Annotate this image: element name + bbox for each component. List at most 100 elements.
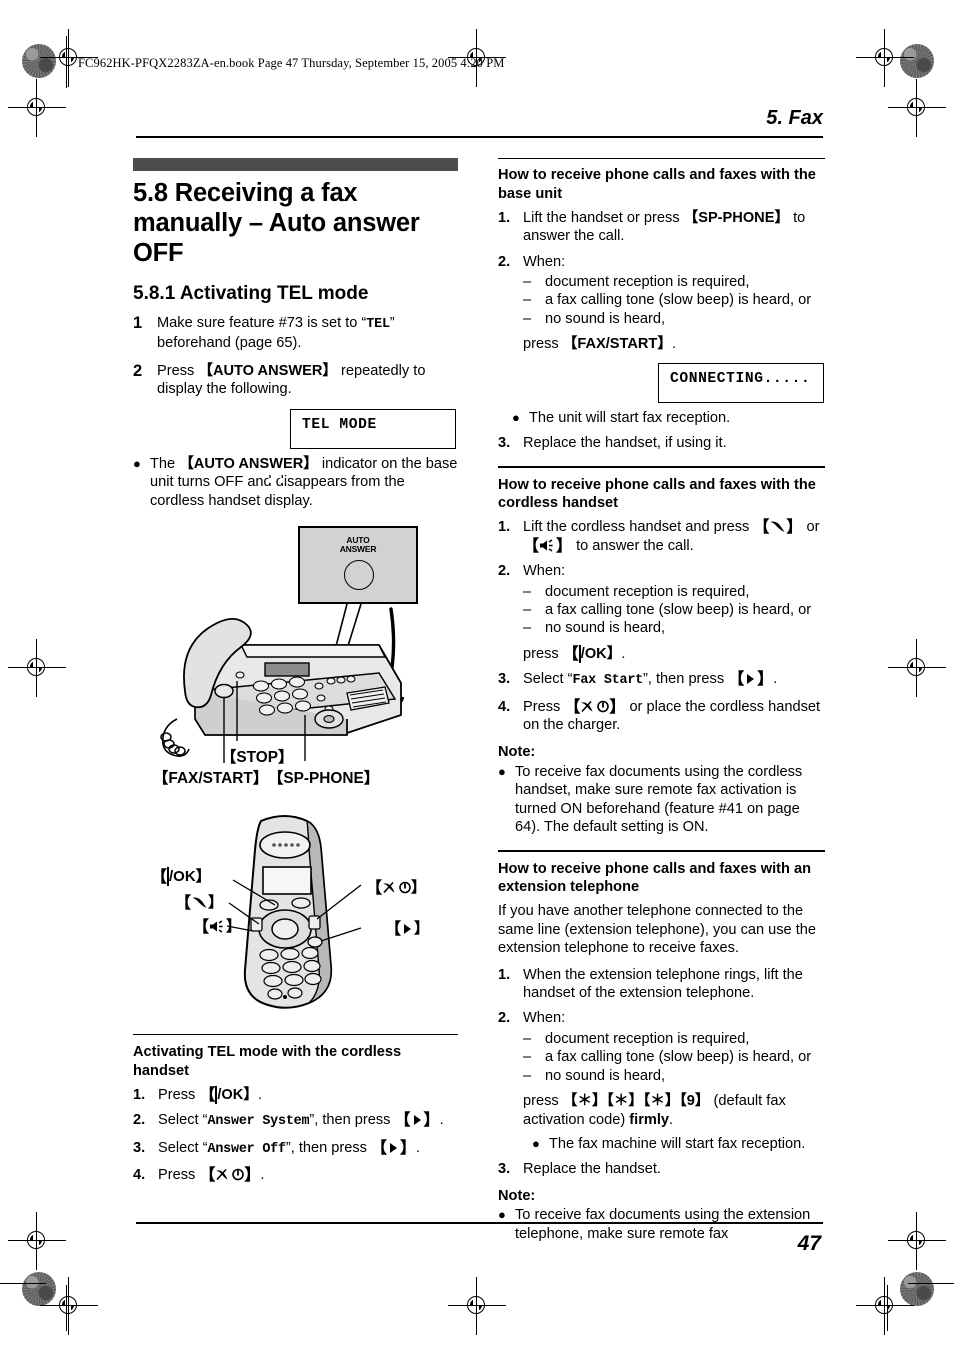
cordless-recv-step-1-post: to answer the call. <box>572 537 694 554</box>
bullet-pre: The <box>150 455 180 472</box>
step-1-number: 1 <box>133 314 143 332</box>
ext-step-2-text: When: – document reception is required, –… <box>523 1009 825 1153</box>
ext-step-1: 1. When the extension telephone rings, l… <box>498 966 825 1003</box>
chapter-bar <box>133 158 458 171</box>
talk-handset-icon-recv <box>770 521 785 533</box>
label-stop-key: 【STOP】 <box>221 748 294 766</box>
note-extension: ● To receive fax documents using the ext… <box>498 1206 825 1243</box>
bullet-unit-starts-reception-text: The unit will start fax reception. <box>529 409 731 426</box>
cordless-recv-step-2: 2. When: – document reception is required… <box>498 562 825 663</box>
ext-step-2: 2. When: – document reception is required… <box>498 1009 825 1153</box>
cordless-recv-step-4: 4. Press 【】 or place the cordless handse… <box>498 698 825 735</box>
cordless-step-2-number: 2. <box>133 1112 146 1129</box>
cordless-recv-step-1-text: Lift the cordless handset and press 【】 o… <box>523 519 820 555</box>
cordless-recv-step-2-number: 2. <box>498 563 511 580</box>
cordless-step-4-pre: Press <box>158 1167 200 1184</box>
subsection-title: 5.8.1 Activating TEL mode <box>133 283 369 304</box>
cordless-step-2-post: . <box>439 1112 444 1129</box>
ext-step-1-text: When the extension telephone rings, lift… <box>523 966 803 1002</box>
cordless-condition-2: – a fax calling tone (slow beep) is heard… <box>523 601 825 619</box>
ext-condition-1-text: document reception is required, <box>545 1030 750 1047</box>
cordless-step-3-post: . <box>416 1139 421 1156</box>
key-auto-answer: 【AUTO ANSWER】 <box>198 362 337 379</box>
power-icon-step4 <box>232 1168 245 1181</box>
cordless-condition-1-text: document reception is required, <box>545 583 750 600</box>
note-label-extension: Note: <box>498 1187 536 1204</box>
divider-base-unit-block <box>498 158 825 160</box>
feature-value-tel: TEL <box>366 317 390 332</box>
dash-marker: – <box>523 1067 532 1084</box>
step-1-text: Make sure feature #73 is set to “TEL” be… <box>157 314 458 353</box>
ext-when: When: <box>523 1010 566 1027</box>
cordless-recv-step-2-text: When: – document reception is required, –… <box>523 562 825 663</box>
running-head: 5. Fax <box>766 107 823 129</box>
bullet-auto-answer-indicator: ● The 【AUTO ANSWER】 indicator on the bas… <box>133 455 458 511</box>
base-step-2-number: 2. <box>498 253 511 270</box>
speaker-icon <box>210 920 223 933</box>
bullet-marker: ● <box>512 409 520 425</box>
handset-label-off-power-text: 】 <box>411 878 427 896</box>
off-hook-icon-step4 <box>216 1169 228 1181</box>
cordless-recv-step-3-post: . <box>773 671 778 688</box>
note-extension-text: To receive fax documents using the exten… <box>515 1207 811 1242</box>
ext-condition-3: – no sound is heard, <box>523 1067 825 1085</box>
bullet-marker: ● <box>532 1135 540 1151</box>
off-hook-icon <box>383 881 395 893</box>
lcd-display-tel-mode: TEL MODE <box>290 408 456 449</box>
step-2-text: Press 【AUTO ANSWER】 repeatedly to displa… <box>157 362 458 399</box>
power-icon-recv4 <box>597 700 610 712</box>
section-title: 5.8 Receiving a fax manually – Auto answ… <box>133 179 420 267</box>
cordless-recv-step-4-text: Press 【】 or place the cordless handset o… <box>523 698 821 734</box>
cordless-recv-step-1-mid: or <box>802 519 820 536</box>
bullet-auto-answer-text: The 【AUTO ANSWER】 indicator on the base … <box>150 455 458 511</box>
cordless-recv-step-3-pre: Select “ <box>523 671 573 688</box>
file-header: FC962HK-PFQX2283ZA-en.book Page 47 Thurs… <box>78 56 505 70</box>
cordless-step-4-number: 4. <box>133 1167 146 1184</box>
power-icon <box>399 881 411 894</box>
base-press-post: . <box>671 336 676 353</box>
base-step-3: 3. Replace the handset, if using it. <box>498 434 825 452</box>
cordless-step-1-text: Press 【/OK】. <box>158 1085 262 1104</box>
dash-marker: – <box>523 310 532 327</box>
cordless-press-key: /OK】 <box>580 645 622 662</box>
cordless-recv-when: When: <box>523 563 566 580</box>
menu-value-answer-system: Answer System <box>207 1114 310 1130</box>
ext-condition-1: – document reception is required, <box>523 1030 825 1048</box>
step-1-text-before: Make sure feature #73 is set to “ <box>157 315 367 331</box>
base-unit-block-title: How to receive phone calls and faxes wit… <box>498 167 816 202</box>
menu-value-fax-start: Fax Start <box>572 673 644 689</box>
talk-handset-icon <box>192 897 207 908</box>
base-condition-1: – document reception is required, <box>523 273 825 291</box>
page-sheet: FC962HK-PFQX2283ZA-en.book Page 47 Thurs… <box>0 0 954 1351</box>
cordless-step-3-mid: ”, then press <box>285 1139 372 1156</box>
menu-value-answer-off: Answer Off <box>207 1141 286 1157</box>
ext-condition-2: – a fax calling tone (slow beep) is heard… <box>523 1048 825 1066</box>
key-auto-answer-2: 【AUTO ANSWER】 <box>179 455 318 472</box>
ext-step-3: 3. Replace the handset. <box>498 1160 825 1178</box>
cordless-recv-step-4-pre: Press <box>523 698 565 715</box>
step-2-number: 2 <box>133 361 143 380</box>
cordless-press-pre: press <box>523 645 563 662</box>
cordless-step-4-text: Press 【】. <box>158 1167 265 1185</box>
ext-step-2-number: 2. <box>498 1010 511 1027</box>
base-step-1-pre: Lift the handset or press <box>523 209 684 226</box>
header-rule <box>136 136 823 139</box>
ext-press-post: . <box>669 1111 674 1128</box>
bullet-marker: ● <box>133 455 141 471</box>
label-sp-phone-key: 【SP-PHONE】 <box>268 769 380 787</box>
step-1: 1 Make sure feature #73 is set to “TEL” … <box>133 314 458 353</box>
handset-label-off-power: 【】 <box>366 878 427 897</box>
base-unit-drawing <box>160 603 405 763</box>
divider-extension-block <box>498 850 825 853</box>
right-column: How to receive phone calls and faxes wit… <box>498 158 825 1243</box>
handset-label-talk: 【】 <box>175 893 224 912</box>
base-condition-1-text: document reception is required, <box>545 273 750 290</box>
dash-marker: – <box>523 601 532 618</box>
base-condition-3: – no sound is heard, <box>523 310 825 328</box>
key-fax-activation-code: 【＊】【＊】【＊】【9】 <box>562 1093 710 1110</box>
handset-label-menu-ok: 【/OK】 <box>151 866 211 886</box>
base-condition-3-text: no sound is heard, <box>545 310 666 327</box>
ext-step-3-text: Replace the handset. <box>523 1161 661 1178</box>
base-press-pre: press <box>523 336 563 353</box>
key-fax-start: 【FAX/START】 <box>562 336 672 353</box>
